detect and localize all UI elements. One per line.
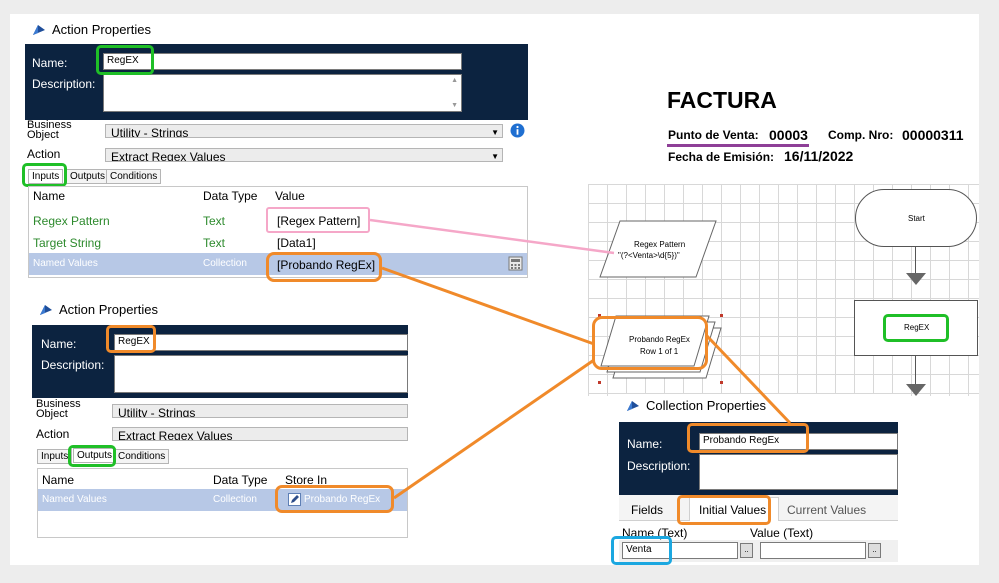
punto-de-venta-value: 00003	[769, 127, 808, 143]
scroll-down-icon[interactable]: ▼	[451, 102, 458, 109]
name-label: Name:	[41, 337, 77, 351]
orange-connector-line	[393, 358, 595, 500]
column-header-name: Name	[42, 473, 75, 487]
regex-pattern-shape-label: Regex Pattern	[634, 240, 686, 249]
named-values-highlight-orange	[266, 252, 382, 282]
name-field[interactable]: RegEX	[103, 53, 462, 70]
flow-connector	[915, 356, 916, 386]
row-name: Regex Pattern	[33, 214, 110, 228]
fecha-emision-label: Fecha de Emisión:	[668, 150, 775, 164]
name-highlight-orange	[106, 325, 156, 353]
column-header-data-type: Data Type	[213, 473, 268, 487]
collection-properties-title-text: Collection Properties	[646, 398, 766, 413]
tab-inputs[interactable]: Inputs	[37, 449, 73, 464]
column-header-value-text: Value (Text)	[750, 526, 814, 540]
description-field[interactable]	[699, 454, 898, 490]
value-cell-ellipsis-button[interactable]: ..	[868, 543, 881, 558]
row-value: [Data1]	[277, 236, 316, 250]
action-properties-title-text: Action Properties	[59, 302, 158, 317]
row-name: Named Values	[42, 494, 107, 505]
column-header-value: Value	[275, 189, 305, 203]
screenshot-canvas: Action Properties Name: RegEX Descriptio…	[10, 14, 979, 565]
scroll-up-icon[interactable]: ▲	[451, 77, 458, 84]
description-label: Description:	[32, 77, 96, 91]
collection-name-highlight-orange	[687, 423, 809, 453]
outputs-tab-highlight-green	[68, 445, 116, 467]
name-label: Name:	[627, 437, 663, 451]
action-properties-title: Action Properties	[32, 22, 151, 37]
action-select[interactable]: Extract Regex Values ▼	[105, 148, 503, 162]
invoice-title: FACTURA	[667, 87, 777, 113]
tab-fields[interactable]: Fields	[631, 503, 663, 517]
business-object-label: Business Object	[36, 398, 81, 420]
action-value: Extract Regex Values	[111, 150, 226, 162]
fecha-emision-value: 16/11/2022	[784, 148, 854, 164]
action-label: Action	[36, 427, 70, 441]
business-object-select[interactable]: Utility - Strings ▼	[105, 124, 503, 138]
tab-conditions[interactable]: Conditions	[106, 169, 162, 184]
regex-pattern-data-item[interactable]	[598, 219, 718, 279]
regex-pattern-shape-value: "(?<Venta>\d{5})"	[618, 251, 680, 260]
punto-de-venta-label: Punto de Venta:	[668, 128, 759, 142]
chevron-down-icon: ▼	[491, 128, 499, 137]
info-icon[interactable]	[510, 123, 525, 138]
arrow-down-icon	[906, 384, 926, 396]
name-label: Name:	[32, 56, 68, 70]
comp-nro-label: Comp. Nro:	[828, 128, 894, 142]
start-stage[interactable]: Start	[855, 189, 977, 247]
column-header-data-type: Data Type	[203, 189, 258, 203]
row-name: Target String	[33, 236, 102, 250]
name-highlight-green	[96, 45, 154, 75]
description-label: Description:	[41, 358, 105, 372]
regex-action-highlight-green	[883, 314, 949, 342]
regex-pattern-highlight-pink	[266, 207, 370, 233]
row-type: Collection	[213, 494, 257, 505]
action-properties-header-panel-2: Name: RegEX Description:	[32, 325, 408, 398]
description-field[interactable]	[114, 355, 408, 393]
venta-value-cell[interactable]	[760, 542, 866, 559]
action-properties-icon	[33, 24, 45, 35]
business-object-value: Utility - Strings	[111, 126, 189, 138]
comp-nro-value: 00000311	[902, 127, 964, 143]
initial-values-tab-highlight-orange	[677, 495, 771, 525]
name-field[interactable]: RegEX	[114, 334, 408, 351]
store-in-highlight-orange	[275, 485, 394, 513]
row-type: Text	[203, 236, 226, 250]
venta-cell-highlight-blue	[611, 536, 672, 565]
tab-outputs[interactable]: Outputs	[66, 169, 110, 184]
row-type: Collection	[203, 258, 247, 269]
description-field[interactable]: ▲ ▼	[103, 74, 462, 112]
action-value: Extract Regex Values	[118, 429, 233, 441]
calculator-icon[interactable]	[508, 256, 523, 271]
row-name: Named Values	[33, 258, 98, 269]
table-row[interactable]: Target String Text [Data1]	[29, 231, 527, 253]
description-label: Description:	[627, 459, 691, 473]
action-properties-icon	[40, 304, 52, 315]
column-header-name: Name	[33, 189, 66, 203]
punto-de-venta-underline	[667, 144, 809, 147]
action-select[interactable]: Extract Regex Values	[112, 427, 408, 441]
action-properties-title-2: Action Properties	[39, 302, 158, 317]
collection-properties-icon	[627, 400, 639, 411]
collection-properties-title: Collection Properties	[626, 398, 766, 413]
business-object-value: Utility - Strings	[118, 406, 196, 418]
action-label: Action	[27, 147, 61, 161]
tab-current-values[interactable]: Current Values	[787, 503, 866, 517]
arrow-down-icon	[906, 273, 926, 285]
tab-conditions[interactable]: Conditions	[114, 449, 170, 464]
flow-connector	[915, 247, 916, 275]
chevron-down-icon: ▼	[491, 152, 499, 161]
name-cell-ellipsis-button[interactable]: ..	[740, 543, 753, 558]
inputs-tab-highlight-green	[22, 163, 67, 187]
start-stage-label: Start	[908, 214, 925, 223]
business-object-label: Business Object	[27, 119, 72, 141]
row-type: Text	[203, 214, 226, 228]
business-object-select[interactable]: Utility - Strings	[112, 404, 408, 418]
action-properties-title-text: Action Properties	[52, 22, 151, 37]
collection-shape-highlight-orange	[592, 316, 708, 370]
